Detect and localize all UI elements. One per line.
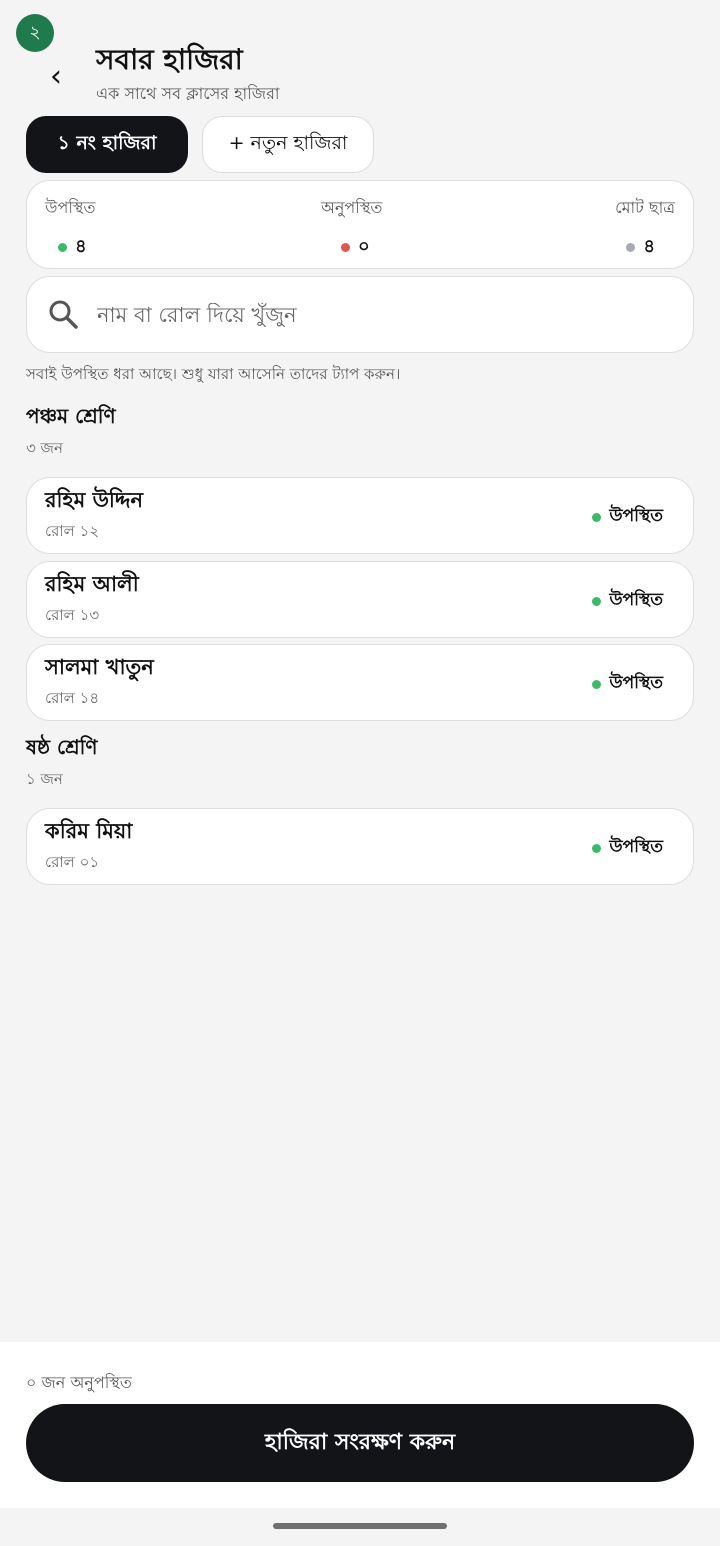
status-badge: উপস্থিত	[592, 587, 663, 615]
student-card[interactable]: সালমা খাতুন রোল ১৪ উপস্থিত	[26, 644, 694, 721]
student-name: সালমা খাতুন	[45, 655, 154, 679]
present-count: ৪	[75, 236, 87, 257]
present-dot-icon	[58, 243, 67, 252]
present-dot-icon	[592, 843, 602, 853]
status-label: উপস্থিত	[609, 673, 663, 693]
student-roll: রোল ১৪	[45, 689, 100, 707]
tab-attendance-1[interactable]: ১ নং হাজিরা	[26, 116, 188, 173]
total-label: মোট ছাত্র	[615, 198, 675, 217]
absent-summary-text: ০ জন অনুপস্থিত	[26, 1373, 132, 1392]
attendance-summary-card: উপস্থিত ৪ অনুপস্থিত ০ মোট ছাত্র ৪	[26, 180, 694, 269]
absent-count: ০	[358, 236, 370, 257]
total-stat: মোট ছাত্র ৪	[615, 195, 675, 263]
page-subtitle: এক সাথে সব ক্লাসের হাজিরা	[96, 84, 280, 103]
student-roll: রোল ০১	[45, 853, 100, 871]
student-card[interactable]: রহিম আলী রোল ১৩ উপস্থিত	[26, 561, 694, 638]
status-label: উপস্থিত	[609, 590, 663, 610]
absent-dot-icon	[341, 243, 350, 252]
attendance-tabs: ১ নং হাজিরা + নতুন হাজিরা	[26, 116, 374, 173]
page-title: সবার হাজিরা	[96, 43, 243, 76]
instruction-text: সবাই উপস্থিত ধরা আছে। শুধু যারা আসেনি তা…	[26, 365, 401, 383]
student-card[interactable]: করিম মিয়া রোল ০১ উপস্থিত	[26, 808, 694, 885]
home-indicator[interactable]	[273, 1523, 447, 1529]
student-card[interactable]: রহিম উদ্দিন রোল ১২ উপস্থিত	[26, 477, 694, 554]
student-name: রহিম উদ্দিন	[45, 488, 144, 512]
search-input[interactable]	[97, 302, 637, 327]
present-dot-icon	[592, 512, 602, 522]
search-icon	[47, 298, 81, 332]
back-button[interactable]: ‹	[44, 58, 68, 94]
bottom-action-bar: ০ জন অনুপস্থিত হাজিরা সংরক্ষণ করুন	[0, 1342, 720, 1508]
status-label: উপস্থিত	[609, 837, 663, 857]
group-title-class-5: পঞ্চম শ্রেণি	[26, 404, 116, 428]
present-stat: উপস্থিত ৪	[45, 195, 96, 263]
present-dot-icon	[592, 679, 602, 689]
student-name: রহিম আলী	[45, 572, 139, 596]
status-label: উপস্থিত	[609, 506, 663, 526]
save-attendance-button[interactable]: হাজিরা সংরক্ষণ করুন	[26, 1404, 694, 1482]
total-count: ৪	[643, 236, 655, 257]
status-badge: উপস্থিত	[592, 503, 663, 531]
student-roll: রোল ১২	[45, 522, 100, 540]
status-badge: উপস্থিত	[592, 670, 663, 698]
group-count-class-6: ১ জন	[26, 770, 63, 788]
status-badge: উপস্থিত	[592, 834, 663, 862]
group-count-class-5: ৩ জন	[26, 439, 63, 457]
present-label: উপস্থিত	[45, 198, 96, 217]
total-dot-icon	[626, 243, 636, 252]
student-roll: রোল ১৩	[45, 606, 100, 624]
student-name: করিম মিয়া	[45, 819, 133, 843]
absent-label: অনুপস্থিত	[321, 198, 383, 217]
new-attendance-button[interactable]: + নতুন হাজিরা	[202, 116, 374, 173]
search-bar	[26, 276, 694, 353]
present-value-row: ৪	[45, 232, 96, 263]
group-title-class-6: ষষ্ঠ শ্রেণি	[26, 735, 98, 759]
present-dot-icon	[592, 596, 602, 606]
absent-stat: অনুপস্থিত ০	[321, 195, 382, 263]
total-value-row: ৪	[615, 232, 675, 263]
absent-value-row: ০	[321, 232, 382, 263]
step-badge: ২	[16, 14, 54, 52]
